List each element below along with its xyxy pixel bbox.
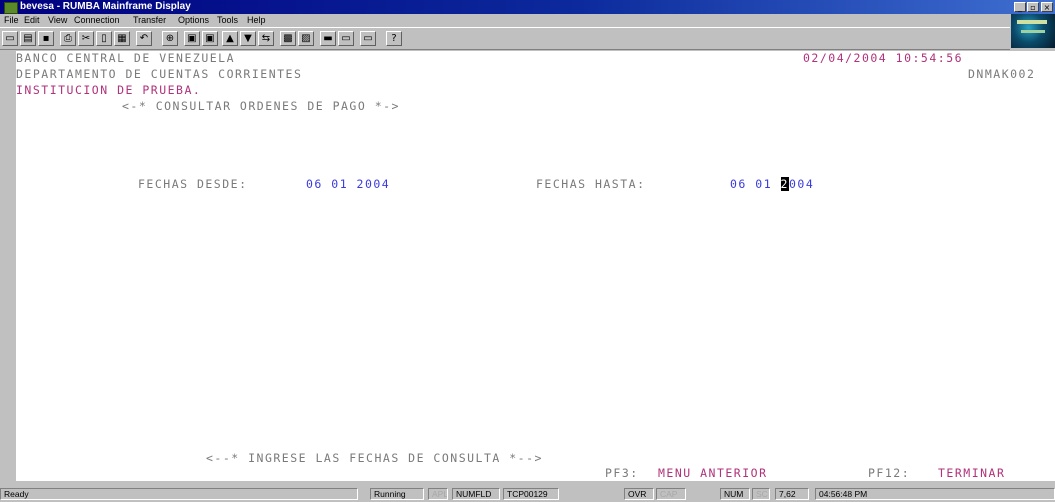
institution-name: INSTITUCION DE PRUEBA. xyxy=(16,83,202,97)
menu-file[interactable]: File xyxy=(4,15,19,25)
status-bar: Ready Running APL NUMFLD TCP00129 OVR CA… xyxy=(0,487,1055,502)
macro-icon[interactable]: ▨ xyxy=(298,31,314,46)
app-icon[interactable] xyxy=(4,2,18,14)
screen-id: DNMAK002 xyxy=(968,67,1036,81)
menu-view[interactable]: View xyxy=(48,15,67,25)
display-icon[interactable]: ▭ xyxy=(338,31,354,46)
minimize-button[interactable]: _ xyxy=(1014,2,1026,12)
terminal-icon[interactable]: ▭ xyxy=(360,31,376,46)
print-icon[interactable]: ⎙ xyxy=(60,31,76,46)
send-file-icon[interactable]: ▲ xyxy=(222,31,238,46)
close-button[interactable]: × xyxy=(1041,2,1053,12)
connect-icon[interactable]: ⊕ xyxy=(162,31,178,46)
session-icon[interactable]: ▣ xyxy=(184,31,200,46)
fechas-desde-label: FECHAS DESDE: xyxy=(138,177,248,191)
menu-connection[interactable]: Connection xyxy=(74,15,120,25)
undo-icon[interactable]: ↶ xyxy=(136,31,152,46)
new-icon[interactable]: ▭ xyxy=(2,31,18,46)
status-time: 04:56:48 PM xyxy=(815,488,1055,500)
menu-tools[interactable]: Tools xyxy=(217,15,238,25)
status-ready: Ready xyxy=(0,488,358,500)
open-icon[interactable]: ▤ xyxy=(20,31,36,46)
text-cursor: 2 xyxy=(780,177,789,191)
screen-heading: <-* CONSULTAR ORDENES DE PAGO *-> xyxy=(122,99,400,113)
status-connection: TCP00129 xyxy=(503,488,559,500)
pf12-label: TERMINAR xyxy=(938,466,1006,480)
department-name: DEPARTAMENTO DE CUENTAS CORRIENTES xyxy=(16,67,303,81)
menu-options[interactable]: Options xyxy=(178,15,209,25)
fechas-hasta-label: FECHAS HASTA: xyxy=(536,177,646,191)
title-bar[interactable]: bevesa - RUMBA Mainframe Display _ ▫ × xyxy=(0,0,1055,14)
pf3-label: MENU ANTERIOR xyxy=(658,466,768,480)
menu-bar: File Edit View Connection Transfer Optio… xyxy=(0,14,1010,27)
status-scroll: SC xyxy=(752,488,770,500)
pf3-key[interactable]: PF3: xyxy=(605,466,639,480)
rumba-window: bevesa - RUMBA Mainframe Display _ ▫ × F… xyxy=(0,0,1055,502)
window-title: bevesa - RUMBA Mainframe Display xyxy=(20,1,191,12)
bank-name: BANCO CENTRAL DE VENEZUELA xyxy=(16,51,236,65)
input-prompt: <--* INGRESE LAS FECHAS DE CONSULTA *--> xyxy=(206,451,543,465)
menu-transfer[interactable]: Transfer xyxy=(133,15,166,25)
session-alt-icon[interactable]: ▣ xyxy=(202,31,218,46)
status-apl: APL xyxy=(428,488,448,500)
pf12-key[interactable]: PF12: xyxy=(868,466,910,480)
fechas-hasta-value-end: 004 xyxy=(788,177,815,191)
status-numfld: NUMFLD xyxy=(452,488,500,500)
hotspot-icon[interactable]: ▬ xyxy=(320,31,336,46)
keyboard-map-icon[interactable]: ▩ xyxy=(280,31,296,46)
menu-edit[interactable]: Edit xyxy=(24,15,40,25)
fechas-desde-field[interactable]: 06 01 2004 xyxy=(306,177,390,191)
status-running: Running xyxy=(370,488,424,500)
status-cursor-pos: 7,62 xyxy=(775,488,809,500)
paste-icon[interactable]: ▦ xyxy=(114,31,130,46)
status-num: NUM xyxy=(720,488,750,500)
copy-icon[interactable]: ▯ xyxy=(96,31,112,46)
fechas-hasta-field[interactable]: 06 01 2004 xyxy=(730,177,814,191)
receive-file-icon[interactable]: ▼ xyxy=(240,31,256,46)
date-time: 02/04/2004 10:54:56 xyxy=(803,51,964,65)
toolbar: ▭ ▤ ▪ ⎙ ✂ ▯ ▦ ↶ ⊕ ▣ ▣ ▲ ▼ ⇆ ▩ ▨ ▬ ▭ ▭? xyxy=(0,27,1010,50)
save-icon[interactable]: ▪ xyxy=(38,31,54,46)
help-icon[interactable]: ? xyxy=(386,31,402,46)
status-ovr: OVR xyxy=(624,488,654,500)
maximize-button[interactable]: ▫ xyxy=(1027,2,1039,12)
terminal-screen[interactable]: BANCO CENTRAL DE VENEZUELA 02/04/2004 10… xyxy=(16,51,1055,481)
menu-help[interactable]: Help xyxy=(247,15,266,25)
fechas-hasta-value-start: 06 01 xyxy=(730,177,781,191)
status-cap: CAP xyxy=(656,488,686,500)
transfer-icon[interactable]: ⇆ xyxy=(258,31,274,46)
cut-icon[interactable]: ✂ xyxy=(78,31,94,46)
rumba-logo xyxy=(1011,14,1055,48)
